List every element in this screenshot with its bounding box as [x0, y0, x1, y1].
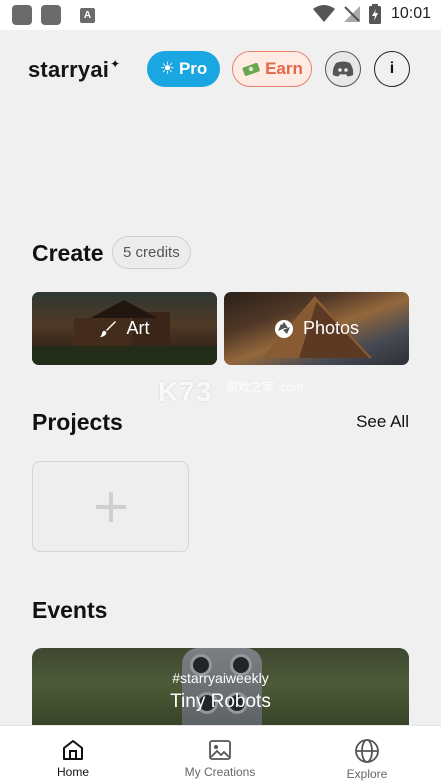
nav-my-creations-label: My Creations [184, 765, 256, 779]
sun-icon: ☀ [159, 59, 175, 78]
app-logo: starryai✦ [28, 57, 121, 82]
image-icon [209, 740, 231, 760]
event-hashtag: #starryaiweekly [172, 670, 269, 686]
app-header: starryai✦ ☀ Pro Earn i [0, 30, 441, 110]
discord-button[interactable] [325, 51, 361, 87]
create-title: Create [32, 240, 104, 266]
see-all-link[interactable]: See All [356, 412, 409, 432]
font-notification-icon: A [80, 7, 95, 23]
globe-icon [355, 739, 379, 763]
battery-icon [368, 4, 381, 24]
home-icon [63, 740, 83, 760]
watermark-sub: 游戏之家 .com [226, 380, 304, 394]
plus-icon [95, 491, 126, 522]
new-project-button[interactable] [32, 461, 189, 552]
earn-button[interactable]: Earn [232, 51, 312, 87]
pro-label: Pro [178, 59, 208, 78]
nav-home-label: Home [56, 765, 89, 779]
app-notification-icon [41, 5, 61, 25]
art-card[interactable]: Art [32, 292, 217, 365]
photos-label: Photos [302, 318, 360, 338]
signal-icon [343, 6, 360, 22]
app-notification-icon [12, 5, 32, 25]
status-bar: A 10:01 [0, 0, 441, 30]
nav-my-creations[interactable]: My Creations [165, 726, 275, 784]
nav-explore[interactable]: Explore [312, 726, 422, 784]
wifi-icon [312, 5, 335, 22]
nav-explore-label: Explore [346, 767, 388, 781]
earn-label: Earn [265, 59, 303, 78]
pro-button[interactable]: ☀ Pro [147, 51, 220, 87]
event-title: Tiny Robots [170, 691, 271, 712]
watermark: K73 [158, 376, 213, 407]
projects-title: Projects [32, 409, 123, 435]
nav-home[interactable]: Home [18, 726, 128, 784]
clock: 10:01 [390, 5, 431, 22]
system-status: 10:01 [312, 4, 431, 24]
photos-card[interactable]: Photos [224, 292, 409, 365]
discord-icon [332, 61, 354, 77]
info-icon: i [389, 60, 395, 77]
info-button[interactable]: i [374, 51, 410, 87]
notification-icons: A [12, 5, 95, 25]
aperture-icon [274, 319, 293, 338]
events-title: Events [32, 597, 108, 623]
money-icon [242, 62, 260, 77]
credits-badge[interactable]: 5 credits [112, 236, 191, 269]
bottom-navigation: Home My Creations Explore [0, 725, 441, 784]
brush-icon [100, 320, 117, 337]
art-label: Art [126, 318, 150, 338]
